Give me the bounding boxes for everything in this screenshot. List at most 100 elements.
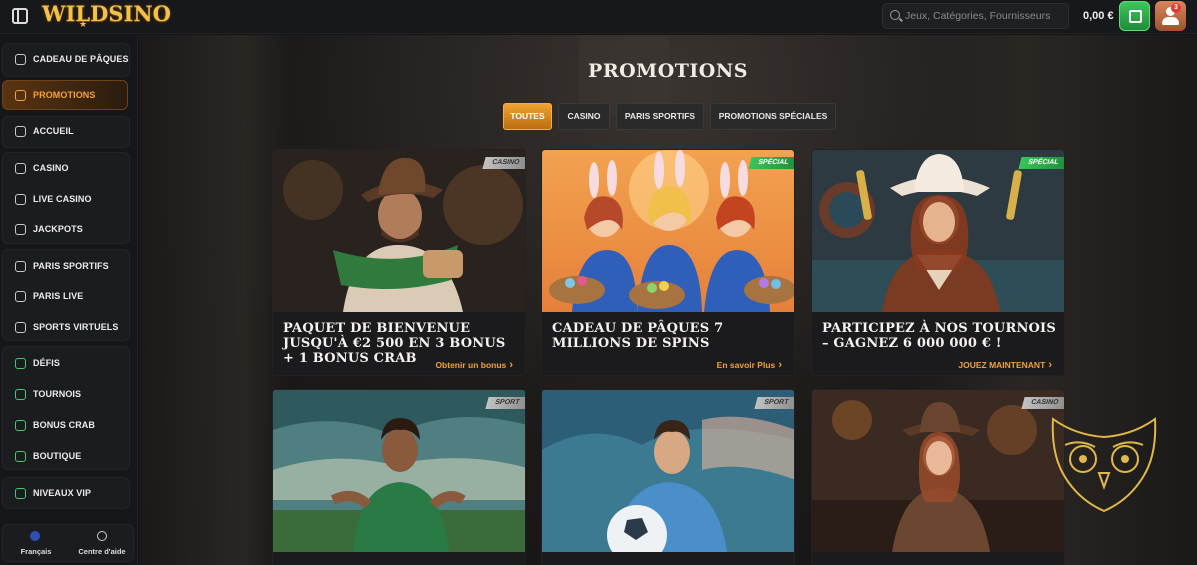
badge-special: SPÉCIAL: [748, 157, 794, 169]
notification-badge: 3: [1171, 3, 1181, 13]
help-label: Centre d'aide: [78, 547, 126, 556]
promo-image-cowgirl-saloon: [812, 390, 1064, 552]
sidebar-item-cadeau-de-paques[interactable]: CADEAU DE PÂQUES: [3, 45, 131, 75]
sidebar-footer: Français Centre d'aide: [2, 524, 134, 562]
sidebar-group-vip: NIVEAUX VIP: [2, 477, 130, 509]
sidebar-item-accueil[interactable]: ACCUEIL: [3, 117, 131, 147]
sidebar-item-label: LIVE CASINO: [33, 194, 92, 204]
deposit-button[interactable]: [1119, 1, 1150, 31]
tv-icon: [15, 291, 26, 302]
get-bonus-link[interactable]: Obtenir un bonus: [435, 359, 513, 371]
sidebar-item-label: PARIS SPORTIFS: [33, 261, 109, 271]
badge-casino: CASINO: [482, 157, 525, 169]
cowgirl-saloon-illustration: [812, 390, 1064, 552]
easter-illustration: [542, 150, 794, 312]
footballer-illustration: [273, 390, 525, 552]
sidebar-item-label: BONUS CRAB: [33, 420, 96, 430]
casino-chip-icon: [15, 163, 26, 174]
search-input[interactable]: [905, 7, 1065, 25]
home-icon: [15, 126, 26, 137]
language-selector[interactable]: Français: [3, 525, 69, 563]
search-icon: [890, 10, 900, 20]
search-bar[interactable]: [882, 3, 1069, 29]
tab-promotions-speciales[interactable]: PROMOTIONS SPÉCIALES: [710, 103, 836, 130]
sidebar-group-sports: PARIS SPORTIFS PARIS LIVE SPORTS VIRTUEL…: [2, 249, 130, 341]
cowboy-illustration: [273, 150, 525, 312]
balance-display: 0,00 €: [1083, 10, 1114, 22]
sidebar-item-paris-live[interactable]: PARIS LIVE: [3, 282, 131, 312]
badge-special: SPÉCIAL: [1018, 157, 1064, 169]
sidebar-item-casino[interactable]: CASINO: [3, 154, 131, 184]
owl-watermark-logo: [1051, 417, 1157, 513]
promo-card-casino-2[interactable]: CASINO: [811, 389, 1065, 565]
sidebar-item-paris-sportifs[interactable]: PARIS SPORTIFS: [3, 252, 131, 282]
sidebar-group-home: ACCUEIL: [2, 116, 130, 148]
sidebar-item-tournois[interactable]: TOURNOIS: [3, 380, 131, 410]
sidebar-item-label: CADEAU DE PÂQUES: [33, 54, 129, 64]
footballer-ball-illustration: [542, 390, 794, 565]
logo-star-icon: ★: [79, 19, 88, 29]
crab-icon: [15, 420, 26, 431]
live-icon: [15, 194, 26, 205]
tab-toutes[interactable]: TOUTES: [503, 103, 552, 130]
promo-card-title: CADEAU DE PÂQUES 7 MILLIONS DE SPINS: [552, 321, 724, 351]
wallet-icon: [1129, 10, 1142, 23]
promo-image-footballer-green: [273, 390, 525, 552]
promo-image-footballer-blue: [542, 390, 794, 565]
flag-icon: [30, 531, 40, 541]
badge-casino: CASINO: [1021, 397, 1064, 409]
background-canyon-left: [139, 35, 289, 565]
sidebar-item-promotions[interactable]: PROMOTIONS: [2, 80, 128, 110]
top-bar: WILDSINO ★ 0,00 € 3: [0, 0, 1197, 34]
user-icon-body: [1162, 17, 1179, 25]
sidebar-group-casino: CASINO LIVE CASINO JACKPOTS: [2, 152, 130, 244]
help-center-link[interactable]: Centre d'aide: [69, 525, 135, 563]
sidebar-item-bonus-crab[interactable]: BONUS CRAB: [3, 411, 131, 441]
sidebar-item-label: PROMOTIONS: [33, 90, 96, 100]
promo-card-tournaments[interactable]: SPÉCIAL PARTICIPEZ À NOS TOURNOIS – GAGN…: [811, 149, 1065, 376]
tab-casino[interactable]: CASINO: [558, 103, 610, 130]
help-icon: [97, 531, 107, 541]
sidebar-group-rewards: DÉFIS TOURNOIS BONUS CRAB BOUTIQUE: [2, 346, 130, 470]
sidebar-item-boutique[interactable]: BOUTIQUE: [3, 442, 131, 472]
sidebar-item-jackpots[interactable]: JACKPOTS: [3, 215, 131, 245]
cowgirl-illustration: [812, 150, 1064, 312]
sidebar-item-live-casino[interactable]: LIVE CASINO: [3, 185, 131, 215]
sidebar-item-label: ACCUEIL: [33, 126, 74, 136]
sidebar-item-label: DÉFIS: [33, 358, 61, 368]
promo-card-title: PARTICIPEZ À NOS TOURNOIS – GAGNEZ 6 000…: [822, 321, 1056, 351]
sidebar-item-niveaux-vip[interactable]: NIVEAUX VIP: [3, 479, 131, 509]
tab-paris-sportifs[interactable]: PARIS SPORTIFS: [616, 103, 704, 130]
promo-card-sport-2[interactable]: SPORT: [541, 389, 795, 565]
play-now-link[interactable]: JOUEZ MAINTENANT: [958, 359, 1052, 371]
trophy-icon: [15, 389, 26, 400]
sidebar-item-label: TOURNOIS: [33, 389, 82, 399]
gift-icon: [15, 54, 26, 65]
site-logo[interactable]: WILDSINO: [42, 1, 171, 26]
promo-card-sport-1[interactable]: SPORT: [272, 389, 526, 565]
promo-image-cowboy: [273, 150, 525, 312]
challenge-icon: [15, 358, 26, 369]
sidebar-item-label: CASINO: [33, 163, 69, 173]
sidebar-item-sports-virtuels[interactable]: SPORTS VIRTUELS: [3, 313, 131, 343]
sidebar-item-defis[interactable]: DÉFIS: [3, 349, 131, 379]
sidebar-item-label: BOUTIQUE: [33, 451, 82, 461]
promo-card-welcome[interactable]: CASINO PAQUET DE BIENVENUE JUSQU'À €2 50…: [272, 149, 526, 376]
sidebar-group-easter: CADEAU DE PÂQUES: [2, 43, 130, 77]
sidebar-item-label: PARIS LIVE: [33, 291, 84, 301]
vip-icon: [15, 488, 26, 499]
page-title: PROMOTIONS: [588, 60, 748, 82]
shop-icon: [15, 451, 26, 462]
virtual-icon: [15, 322, 26, 333]
sidebar-item-label: SPORTS VIRTUELS: [33, 322, 119, 332]
sidebar-item-label: JACKPOTS: [33, 224, 83, 234]
jackpot-icon: [15, 224, 26, 235]
sidebar-item-label: NIVEAUX VIP: [33, 488, 92, 498]
promo-card-easter[interactable]: SPÉCIAL CADEAU DE PÂQUES 7 MILLIONS DE S…: [541, 149, 795, 376]
main-content: PROMOTIONS TOUTES CASINO PARIS SPORTIFS …: [139, 35, 1197, 565]
sidebar: CADEAU DE PÂQUES PROMOTIONS ACCUEIL CASI…: [0, 35, 138, 565]
sidebar-toggle-icon[interactable]: [12, 8, 28, 24]
learn-more-link[interactable]: En savoir Plus: [717, 359, 782, 371]
ball-icon: [15, 261, 26, 272]
badge-sport: SPORT: [754, 397, 794, 409]
